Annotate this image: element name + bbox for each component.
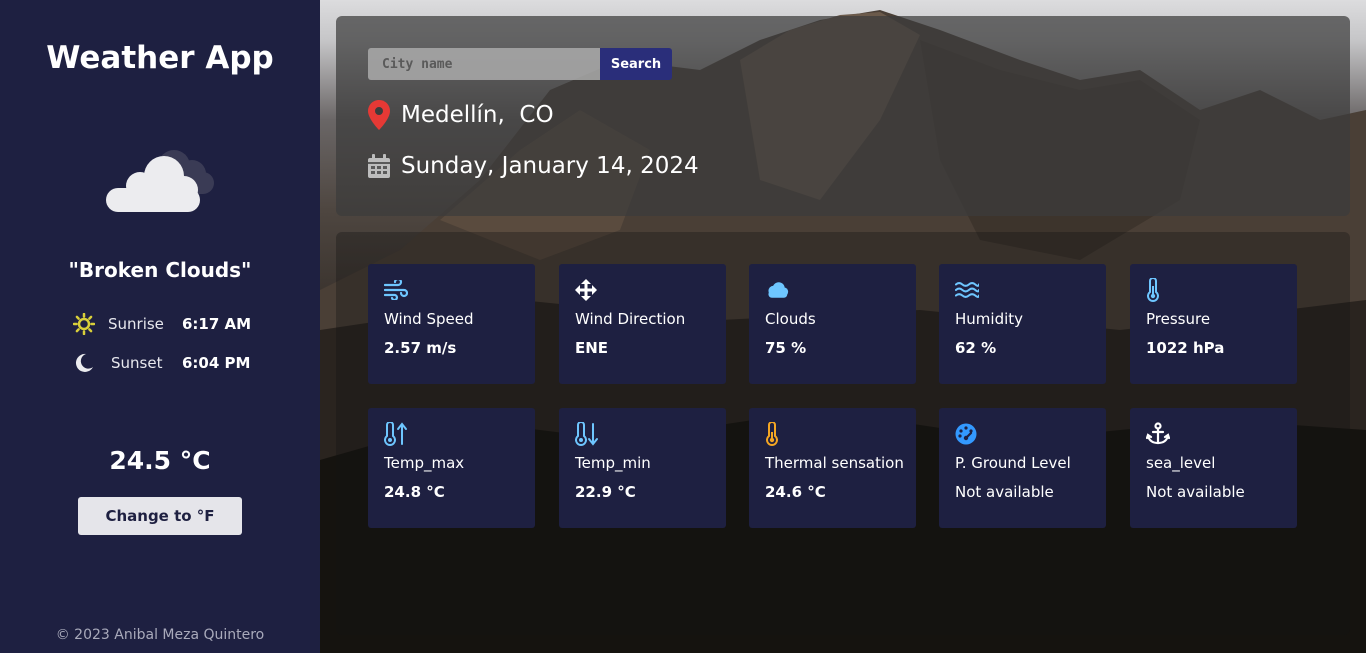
card-label: Thermal sensation [765,454,904,472]
wind-icon [384,278,408,302]
card-value: ENE [575,339,609,357]
card-wind-direction: Wind Direction ENE [559,264,726,384]
card-wind-speed: Wind Speed 2.57 m/s [368,264,535,384]
water-waves-icon [955,278,979,302]
card-value: Not available [1146,483,1245,501]
card-sea-level: sea_level Not available [1130,408,1297,528]
temp-up-icon [384,422,408,446]
app-title: Weather App [46,40,274,76]
card-label: Clouds [765,310,816,328]
card-value: 75 % [765,339,807,357]
thermometer-half-icon [765,422,789,446]
card-value: 24.6 °C [765,483,826,501]
weather-description: "Broken Clouds" [68,258,252,282]
thermometer-icon [1146,278,1170,302]
card-value: 24.8 °C [384,483,445,501]
card-thermal-sensation: Thermal sensation 24.6 °C [749,408,916,528]
card-clouds: Clouds 75 % [749,264,916,384]
calendar-icon [366,151,392,181]
card-value: Not available [955,483,1054,501]
footer-copyright: © 2023 Anibal Meza Quintero [55,627,265,643]
anchor-icon [1146,422,1170,446]
location-row: Medellín, CO [366,100,554,130]
gauge-icon [955,422,979,446]
map-pin-icon [366,100,392,130]
temperature: 24.5 °C [109,446,211,475]
card-label: Pressure [1146,310,1211,328]
temp-down-icon [575,422,599,446]
card-label: Temp_max [384,454,465,472]
change-unit-button[interactable]: Change to °F [78,497,242,535]
cloud-icon [765,278,789,302]
card-value: 2.57 m/s [384,339,457,357]
card-value: 1022 hPa [1146,339,1225,357]
card-temp-min: Temp_min 22.9 °C [559,408,726,528]
card-label: sea_level [1146,454,1216,472]
broken-clouds-icon [106,150,214,212]
search-button[interactable]: Search [600,48,672,80]
sunset-row: Sunset 6:04 PM [72,351,250,375]
card-value: 22.9 °C [575,483,636,501]
sunrise-label: Sunrise [108,315,164,333]
date-row: Sunday, January 14, 2024 [366,151,699,181]
sunset-time: 6:04 PM [182,354,251,372]
card-label: Temp_min [575,454,651,472]
card-pressure: Pressure 1022 hPa [1130,264,1297,384]
sidebar: Weather App "Broken Clouds" Sunrise 6:17… [0,0,320,653]
sunrise-time: 6:17 AM [182,315,252,333]
moon-icon [72,351,96,375]
card-ground-level: P. Ground Level Not available [939,408,1106,528]
card-label: Humidity [955,310,1024,328]
card-temp-max: Temp_max 24.8 °C [368,408,535,528]
card-humidity: Humidity 62 % [939,264,1106,384]
date-text: Sunday, January 14, 2024 [401,153,699,179]
city-search-input[interactable] [368,48,600,80]
card-value: 62 % [955,339,997,357]
arrows-move-icon [575,278,599,302]
sunset-label: Sunset [111,354,163,372]
location-text: Medellín, CO [401,102,554,128]
card-label: Wind Direction [575,310,686,328]
card-label: Wind Speed [384,310,474,328]
card-label: P. Ground Level [955,454,1071,472]
sun-icon [72,312,96,336]
sunrise-row: Sunrise 6:17 AM [72,312,251,336]
